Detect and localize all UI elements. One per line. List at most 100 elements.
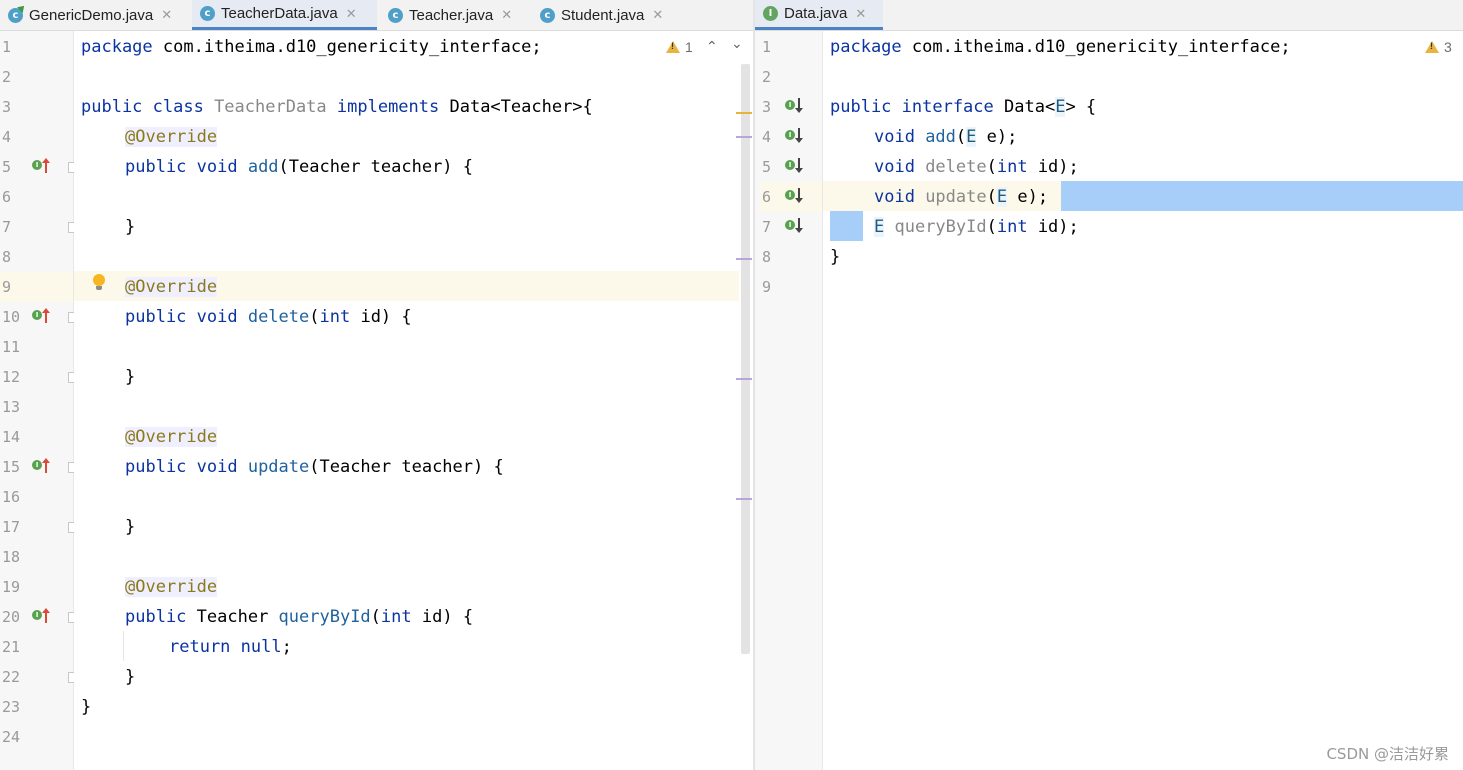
warning-count: 3 <box>1444 39 1452 55</box>
code-line-17: } <box>125 517 136 537</box>
line-number: 3 <box>762 98 772 116</box>
right-gutter[interactable]: 1 2 3 4 5 6 7 8 9 I I I I I <box>755 31 823 770</box>
line-number: 19 <box>2 578 21 596</box>
code-line-4: @Override <box>125 127 218 147</box>
arrow-up-icon <box>42 308 50 323</box>
line-number: 8 <box>762 248 772 266</box>
code-line-3: public class TeacherData implements Data… <box>81 97 593 117</box>
arrow-down-icon <box>795 128 803 143</box>
tab-data[interactable]: I Data.java ✕ <box>755 0 883 30</box>
tab-label: Teacher.java <box>409 6 494 24</box>
code-line-14: @Override <box>125 427 218 447</box>
implements-method-icon[interactable]: I <box>32 460 42 470</box>
line-number: 18 <box>2 548 21 566</box>
line-number: 21 <box>2 638 21 656</box>
implements-method-icon[interactable]: I <box>32 610 42 620</box>
right-tab-bar: I Data.java ✕ <box>755 0 1463 31</box>
tab-label: GenericDemo.java <box>29 6 154 24</box>
warning-indicator[interactable]: 1 <box>666 39 693 55</box>
line-number: 5 <box>762 158 772 176</box>
line-number: 14 <box>2 428 21 446</box>
error-stripe-mark[interactable] <box>736 498 752 500</box>
close-icon[interactable]: ✕ <box>346 6 357 22</box>
tab-label: Student.java <box>561 6 645 24</box>
line-number: 24 <box>2 728 21 746</box>
error-stripe-mark[interactable] <box>736 258 752 260</box>
code-line-1: package com.itheima.d10_genericity_inter… <box>81 37 542 57</box>
implemented-icon[interactable]: I <box>785 100 795 110</box>
line-number: 2 <box>2 68 12 86</box>
arrow-down-icon <box>795 98 803 113</box>
warning-count: 1 <box>685 39 693 55</box>
close-icon[interactable]: ✕ <box>161 7 172 23</box>
right-code-editor[interactable]: package com.itheima.d10_genericity_inter… <box>823 31 1463 770</box>
line-number: 22 <box>2 668 21 686</box>
left-editor-pane: c GenericDemo.java ✕ c TeacherData.java … <box>0 0 753 770</box>
implemented-icon[interactable]: I <box>785 160 795 170</box>
warning-indicator[interactable]: 3 <box>1425 39 1452 55</box>
tab-student[interactable]: c Student.java ✕ <box>532 0 687 30</box>
code-line-9: @Override <box>125 277 218 297</box>
lightbulb-icon[interactable] <box>93 274 105 290</box>
arrow-down-icon <box>795 158 803 173</box>
code-line-15: public void update(Teacher teacher) { <box>125 457 504 477</box>
warning-icon <box>1425 41 1439 53</box>
implemented-icon[interactable]: I <box>785 220 795 230</box>
arrow-down-icon <box>795 218 803 233</box>
line-number: 10 <box>2 308 21 326</box>
line-number: 7 <box>2 218 12 236</box>
code-line-5: public void add(Teacher teacher) { <box>125 157 474 177</box>
code-line-1: package com.itheima.d10_genericity_inter… <box>830 37 1291 57</box>
left-gutter[interactable]: 1 2 3 4 5 6 7 8 9 10 11 12 13 14 15 16 1… <box>0 31 79 770</box>
implemented-icon[interactable]: I <box>785 130 795 140</box>
tab-teacherdata[interactable]: c TeacherData.java ✕ <box>192 0 377 30</box>
code-line-8: } <box>830 247 841 267</box>
interface-icon: I <box>763 6 778 21</box>
line-number: 1 <box>762 38 772 56</box>
code-line-4: void add(E e); <box>874 127 1018 147</box>
code-line-23: } <box>81 697 92 717</box>
class-icon: c <box>388 7 403 23</box>
code-line-7: E queryById(int id); <box>874 217 1079 237</box>
class-main-icon: c <box>8 7 23 23</box>
line-number: 13 <box>2 398 21 416</box>
code-line-19: @Override <box>125 577 218 597</box>
error-stripe-mark[interactable] <box>736 136 752 138</box>
implemented-icon[interactable]: I <box>785 190 795 200</box>
line-number: 11 <box>2 338 21 356</box>
arrow-up-icon <box>42 458 50 473</box>
line-number: 12 <box>2 368 21 386</box>
line-number: 15 <box>2 458 21 476</box>
line-number: 17 <box>2 518 21 536</box>
prev-highlight-button[interactable]: ⌃ <box>706 39 718 55</box>
error-stripe-mark[interactable] <box>736 378 752 380</box>
indent-guide <box>123 631 124 661</box>
class-icon: c <box>200 6 215 21</box>
watermark: CSDN @洁洁好累 <box>1326 745 1449 763</box>
vertical-scrollbar[interactable] <box>741 64 750 654</box>
line-number: 23 <box>2 698 21 716</box>
close-icon[interactable]: ✕ <box>652 7 663 23</box>
right-editor-pane: I Data.java ✕ 1 2 3 4 5 6 7 8 9 I I I I … <box>755 0 1463 770</box>
line-number: 9 <box>762 278 772 296</box>
line-number: 5 <box>2 158 12 176</box>
line-number: 2 <box>762 68 772 86</box>
line-number: 7 <box>762 218 772 236</box>
line-number: 3 <box>2 98 12 116</box>
next-highlight-button[interactable]: ⌄ <box>731 36 743 52</box>
code-line-6: void update(E e); <box>874 187 1049 207</box>
tab-teacher[interactable]: c Teacher.java ✕ <box>380 0 528 30</box>
close-icon[interactable]: ✕ <box>501 7 512 23</box>
code-line-20: public Teacher queryById(int id) { <box>125 607 474 627</box>
implements-method-icon[interactable]: I <box>32 310 42 320</box>
code-line-3: public interface Data<E> { <box>830 97 1097 117</box>
close-icon[interactable]: ✕ <box>855 6 866 22</box>
code-line-7: } <box>125 217 136 237</box>
warning-stripe-mark[interactable] <box>736 112 752 114</box>
implements-method-icon[interactable]: I <box>32 160 42 170</box>
text-selection <box>1061 181 1463 211</box>
tab-label: TeacherData.java <box>221 5 338 22</box>
line-number: 4 <box>2 128 12 146</box>
left-code-editor[interactable]: package com.itheima.d10_genericity_inter… <box>74 31 753 770</box>
tab-genericdemo[interactable]: c GenericDemo.java ✕ <box>0 0 188 30</box>
